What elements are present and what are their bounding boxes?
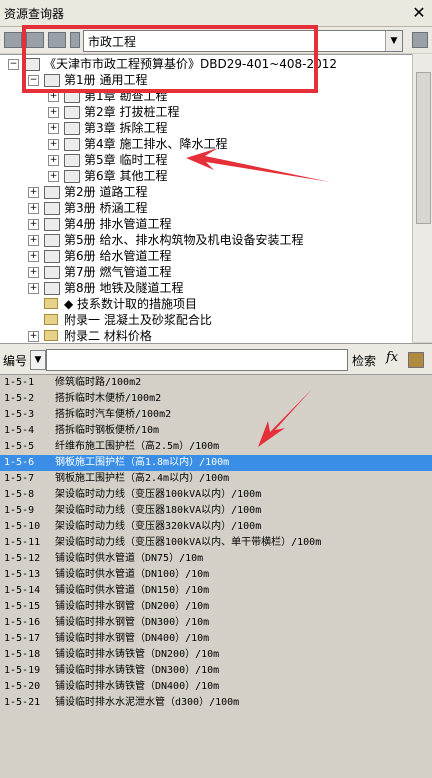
tree-scrollbar[interactable] — [412, 54, 432, 342]
expand-icon[interactable]: + — [28, 203, 39, 214]
result-list[interactable]: 1-5-1 修筑临时路/100m2 1-5-2 搭拆临时木便桥/100m2 1-5-… — [0, 374, 432, 778]
expand-icon[interactable]: + — [28, 331, 39, 342]
function-icon[interactable]: fx — [386, 350, 398, 365]
list-item[interactable]: 1-5-16 铺设临时排水钢管（DN300）/10m — [0, 615, 432, 631]
book-icon — [44, 282, 60, 295]
list-item[interactable]: 1-5-20 铺设临时排水铸铁管（DN400）/10m — [0, 679, 432, 695]
list-item[interactable]: 1-5-8 架设临时动力线（变压器100kVA以内）/100m — [0, 487, 432, 503]
tree-item-label: 附录一 混凝土及砂浆配合比 — [64, 313, 212, 327]
list-item[interactable]: 1-5-1 修筑临时路/100m2 — [0, 375, 432, 391]
book-icon — [64, 138, 80, 151]
folder-open-icon — [44, 314, 58, 325]
book-icon — [44, 186, 60, 199]
tree-item-label: 第2册 道路工程 — [64, 185, 148, 199]
tree-item-label: 第6册 给水管道工程 — [64, 249, 172, 263]
close-icon[interactable]: ✕ — [410, 4, 428, 22]
list-item[interactable]: 1-5-10 架设临时动力线（变压器320kVA以内）/100m — [0, 519, 432, 535]
settings-icon[interactable] — [412, 32, 428, 48]
chapter-tree[interactable]: − 《天津市市政工程预算基价》DBD29-401~408-2012 − 第1册 … — [0, 54, 412, 343]
list-item[interactable]: 1-5-7 钢板施工围护栏（高2.4m以内）/100m — [0, 471, 432, 487]
book-icon — [44, 202, 60, 215]
list-item[interactable]: 1-5-2 搭拆临时木便桥/100m2 — [0, 391, 432, 407]
search-field-label: 编号 — [3, 354, 28, 368]
tree-item-label: 第5章 临时工程 — [84, 153, 168, 167]
window-title: 资源查询器 — [4, 7, 65, 21]
tree-item-label: ◆ 技系数计取的措施项目 — [64, 297, 198, 311]
list-item[interactable]: 1-5-15 铺设临时排水钢管（DN200）/10m — [0, 599, 432, 615]
book-icon — [64, 154, 80, 167]
book-icon — [44, 250, 60, 263]
tree-item-label: 第3册 桥涵工程 — [64, 201, 148, 215]
expand-icon[interactable]: + — [28, 251, 39, 262]
title-bar: 资源查询器 ✕ — [0, 0, 432, 27]
list-item[interactable]: 1-5-21 铺设临时排水水泥泄水管（d300）/100m — [0, 695, 432, 711]
tree-item-label: 第7册 燃气管道工程 — [64, 265, 172, 279]
list-item[interactable]: 1-5-19 铺设临时排水铸铁管（DN300）/10m — [0, 663, 432, 679]
tree-item-label: 第4册 排水管道工程 — [64, 217, 172, 231]
list-item[interactable]: 1-5-13 铺设临时供水管道（DN100）/10m — [0, 567, 432, 583]
chevron-down-icon[interactable]: ▼ — [30, 350, 46, 370]
folder-open-icon — [44, 298, 58, 309]
list-item[interactable]: 1-5-3 搭拆临时汽车便桥/100m2 — [0, 407, 432, 423]
search-bar: 编号 ▼ 检索 fx — [0, 343, 432, 374]
search-button[interactable]: 检索 — [352, 352, 376, 369]
list-item[interactable]: 1-5-11 架设临时动力线（变压器100kVA以内、单干带横栏）/100m — [0, 535, 432, 551]
book-icon — [64, 106, 80, 119]
chevron-down-icon[interactable]: ▼ — [385, 31, 402, 51]
book-icon — [44, 266, 60, 279]
list-item[interactable]: 1-5-4 搭拆临时钢板便桥/10m — [0, 423, 432, 439]
expand-icon[interactable]: + — [48, 139, 59, 150]
list-item[interactable]: 1-5-17 铺设临时排水钢管（DN400）/10m — [0, 631, 432, 647]
book-icon — [44, 218, 60, 231]
expand-icon[interactable]: + — [28, 187, 39, 198]
list-item[interactable]: 1-5-9 架设临时动力线（变压器180kVA以内）/100m — [0, 503, 432, 519]
collapse-icon[interactable]: − — [8, 59, 19, 70]
book-icon — [64, 170, 80, 183]
annotation-box — [22, 25, 318, 93]
tree-item-label: 第6章 其他工程 — [84, 169, 168, 183]
list-item[interactable]: 1-5-12 铺设临时供水管道（DN75）/10m — [0, 551, 432, 567]
brush-icon[interactable] — [408, 352, 424, 368]
folder-open-icon — [44, 330, 58, 341]
book-icon — [64, 122, 80, 135]
expand-icon[interactable]: + — [48, 107, 59, 118]
list-item[interactable]: 1-5-18 铺设临时排水铸铁管（DN200）/10m — [0, 647, 432, 663]
expand-icon[interactable]: + — [28, 235, 39, 246]
print-icon[interactable] — [4, 32, 22, 48]
tree-item-label: 附录二 材料价格 — [64, 329, 152, 343]
expand-icon[interactable]: + — [48, 123, 59, 134]
tree-item-label: 第4章 施工排水、降水工程 — [84, 137, 228, 151]
list-item[interactable]: 1-5-14 铺设临时供水管道（DN150）/10m — [0, 583, 432, 599]
expand-icon[interactable]: + — [48, 171, 59, 182]
book-icon — [44, 234, 60, 247]
tree-item-label: 第3章 拆除工程 — [84, 121, 168, 135]
search-input[interactable] — [46, 349, 348, 371]
list-item-selected[interactable]: 1-5-6 钢板施工围护栏（高1.8m以内）/100m — [0, 455, 432, 471]
list-item[interactable]: 1-5-5 纤维布施工围护栏（高2.5m）/100m — [0, 439, 432, 455]
tree-item-label: 第5册 给水、排水构筑物及机电设备安装工程 — [64, 233, 304, 247]
expand-icon[interactable]: + — [28, 267, 39, 278]
tree-item-label: 第8册 地铁及隧道工程 — [64, 281, 184, 295]
expand-icon[interactable]: + — [28, 283, 39, 294]
tree-item-label: 第2章 打拔桩工程 — [84, 105, 180, 119]
expand-icon[interactable]: + — [48, 155, 59, 166]
tree-scrollbar-thumb[interactable] — [416, 72, 431, 224]
expand-icon[interactable]: + — [28, 219, 39, 230]
